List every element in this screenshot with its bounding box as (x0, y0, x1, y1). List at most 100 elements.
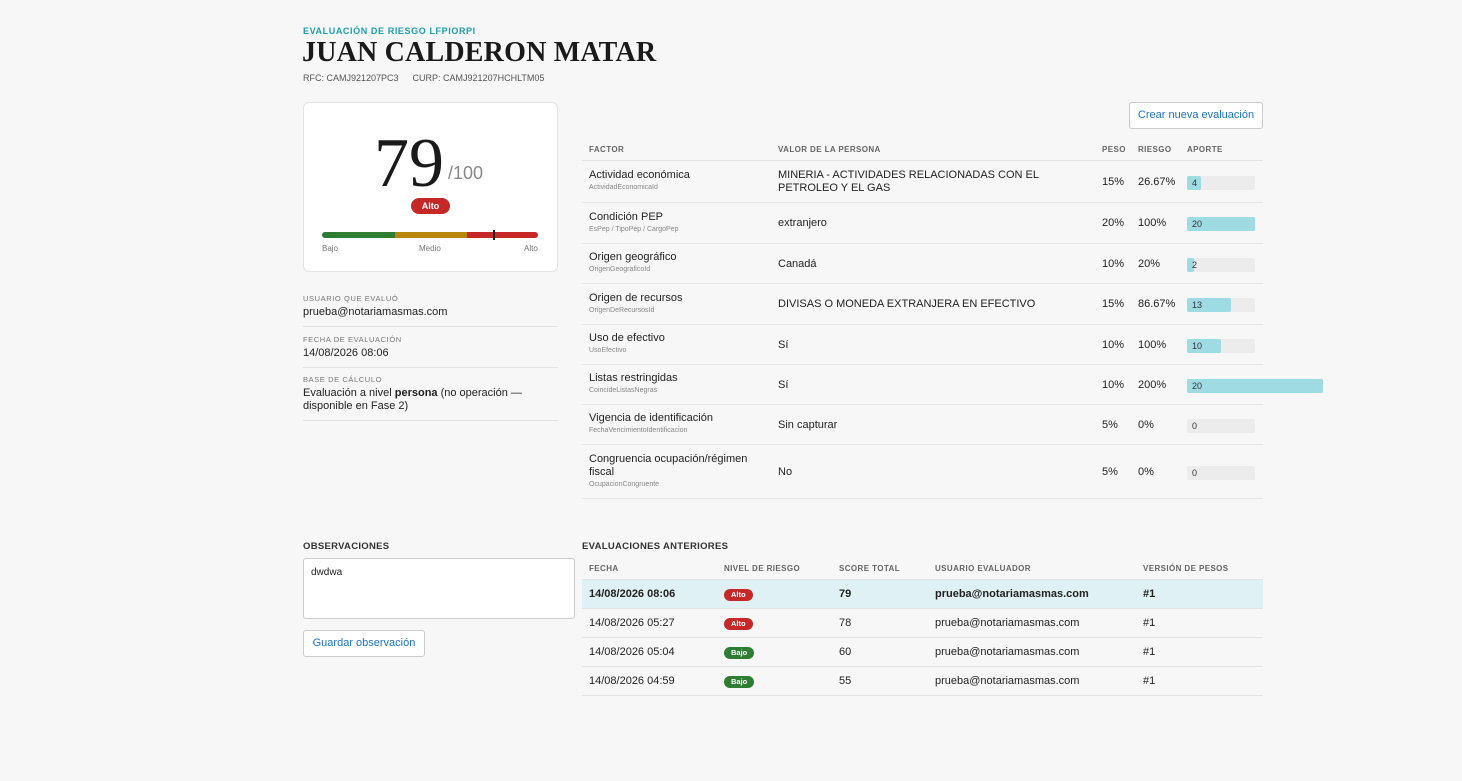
col-level: NIVEL DE RIESGO (724, 564, 801, 573)
col-risk: RIESGO (1138, 145, 1172, 154)
risk-level-badge: Alto (411, 198, 450, 214)
factor-cell: Uso de efectivo UsoEfectivo (589, 332, 767, 354)
eval-date: 14/08/2026 05:27 (589, 617, 675, 629)
previous-evaluation-row[interactable]: 14/08/2026 05:04 Bajo 60 prueba@notariamasm… (582, 638, 1263, 667)
observations-textarea[interactable] (303, 558, 575, 619)
factor-row: Origen de recursos OrigenDeRecursosId DIVI… (582, 284, 1263, 325)
factor-value: Canadá (778, 258, 817, 270)
score-value: 79 (374, 125, 444, 202)
eval-user: prueba@notariamasmas.com (935, 617, 1080, 629)
factor-weight: 10% (1102, 258, 1125, 270)
gauge-label-low: Bajo (322, 244, 339, 253)
factor-row: Uso de efectivo UsoEfectivo Sí 10% 100% 10 (582, 325, 1263, 365)
col-contribution: APORTE (1187, 145, 1223, 154)
observations-title: OBSERVACIONES (303, 541, 390, 552)
factor-value: Sin capturar (778, 419, 838, 431)
factor-risk: 0% (1138, 419, 1154, 431)
eval-level-badge: Bajo (724, 676, 755, 688)
meta-date: FECHA DE EVALUACIÓN 14/08/2026 08:06 (303, 335, 558, 368)
person-ids: RFC: CAMJ921207PC3 CURP: CAMJ921207HCHLTM… (303, 73, 544, 83)
page-eyebrow: EVALUACIÓN DE RIESGO LFPIORPI (303, 26, 476, 36)
eval-score: 60 (839, 646, 852, 658)
gauge-mid-segment (395, 232, 467, 238)
contribution-bar: 13 (1187, 298, 1255, 312)
col-factor: FACTOR (589, 145, 625, 154)
curp-text: CURP: CAMJ921207HCHLTM05 (412, 73, 545, 83)
factor-value: Sí (778, 339, 789, 351)
risk-gauge (322, 232, 538, 238)
previous-header: FECHA NIVEL DE RIESGO SCORE TOTAL USUARI… (582, 558, 1263, 580)
meta-user-value: prueba@notariamasmas.com (303, 306, 448, 318)
factor-row: Condición PEP EsPep / TipoPep / CargoPep e… (582, 203, 1263, 244)
contribution-bar: 10 (1187, 339, 1255, 353)
score-card: 79 /100 Alto Bajo Medio Alto (303, 102, 558, 272)
factor-cell: Congruencia ocupación/régimen fiscal Ocup… (589, 453, 767, 488)
factor-cell: Actividad económica ActividadEconomicaId (589, 169, 767, 191)
contribution-value: 10 (1192, 341, 1203, 351)
factor-cell: Vigencia de identificación FechaVencimien… (589, 412, 767, 434)
col-date: FECHA (589, 564, 619, 573)
factor-name: Actividad económica (589, 169, 690, 181)
factor-row: Congruencia ocupación/régimen fiscal Ocup… (582, 445, 1263, 499)
contribution-bar: 0 (1187, 466, 1255, 480)
col-version: VERSIÓN DE PESOS (1143, 564, 1229, 573)
previous-rows: 14/08/2026 08:06 Alto 79 prueba@notariamasm… (582, 580, 1263, 696)
previous-evaluation-row[interactable]: 14/08/2026 04:59 Bajo 55 prueba@notariamasm… (582, 667, 1263, 696)
gauge-marker (493, 230, 495, 240)
factor-row: Origen geográfico OrigenGeograficoId Canad… (582, 244, 1263, 284)
eval-date: 14/08/2026 08:06 (589, 588, 676, 600)
gauge-label-high: Alto (524, 244, 538, 253)
meta-date-label: FECHA DE EVALUACIÓN (303, 335, 402, 344)
factor-risk: 0% (1138, 466, 1154, 478)
eval-user: prueba@notariamasmas.com (935, 588, 1089, 600)
col-score: SCORE TOTAL (839, 564, 900, 573)
meta-base-value: Evaluación a nivel persona (no operación… (303, 387, 522, 412)
gauge-label-mid: Medio (419, 244, 441, 253)
factor-weight: 5% (1102, 466, 1118, 478)
factor-weight: 15% (1102, 176, 1125, 188)
eval-user: prueba@notariamasmas.com (935, 675, 1080, 687)
rfc-text: RFC: CAMJ921207PC3 (303, 73, 399, 83)
gauge-low-segment (322, 232, 395, 238)
eval-score: 55 (839, 675, 852, 687)
factor-name: Uso de efectivo (589, 332, 665, 344)
score-max: /100 (448, 163, 484, 183)
save-observation-button[interactable]: Guardar observación (303, 630, 425, 657)
new-evaluation-button[interactable]: Crear nueva evaluación (1129, 102, 1263, 129)
contribution-value: 0 (1192, 421, 1198, 431)
eval-date: 14/08/2026 04:59 (589, 675, 675, 687)
factor-rows: Actividad económica ActividadEconomicaId M… (582, 161, 1323, 499)
contribution-value: 2 (1192, 260, 1198, 270)
factor-cell: Origen geográfico OrigenGeograficoId (589, 251, 767, 273)
contribution-value: 13 (1192, 300, 1203, 310)
col-value: VALOR DE LA PERSONA (778, 145, 881, 154)
page-title: JUAN CALDERON MATAR (302, 37, 657, 68)
factor-name: Origen de recursos (589, 292, 683, 304)
contribution-bar: 2 (1187, 258, 1255, 272)
contribution-value: 0 (1192, 468, 1198, 478)
factor-code: OrigenDeRecursosId (589, 307, 655, 314)
eval-date: 14/08/2026 05:04 (589, 646, 675, 658)
previous-evaluation-row[interactable]: 14/08/2026 05:27 Alto 78 prueba@notariamasm… (582, 609, 1263, 638)
eval-version: #1 (1143, 617, 1156, 629)
factor-name: Congruencia ocupación/régimen fiscal (589, 453, 748, 478)
factor-risk: 86.67% (1138, 298, 1176, 310)
previous-evaluation-row[interactable]: 14/08/2026 08:06 Alto 79 prueba@notariamasm… (582, 580, 1263, 609)
factor-code: EsPep / TipoPep / CargoPep (589, 226, 679, 233)
eval-score: 78 (839, 617, 852, 629)
factor-name: Origen geográfico (589, 251, 677, 263)
factor-risk: 100% (1138, 217, 1167, 229)
factor-weight: 20% (1102, 217, 1125, 229)
factor-weight: 10% (1102, 379, 1125, 391)
factor-value: No (778, 466, 793, 478)
eval-score: 79 (839, 588, 852, 600)
factor-code: FechaVencimientoIdentificacion (589, 427, 688, 434)
factor-code: OcupacionCongruente (589, 481, 660, 488)
meta-base: BASE DE CÁLCULO Evaluación a nivel perso… (303, 375, 558, 421)
factor-value: MINERIA - ACTIVIDADES RELACIONADAS CON E… (778, 169, 1039, 194)
factor-cell: Origen de recursos OrigenDeRecursosId (589, 292, 767, 314)
previous-evaluations-title: EVALUACIONES ANTERIORES (582, 541, 729, 552)
contribution-value: 20 (1192, 219, 1203, 229)
factor-cell: Condición PEP EsPep / TipoPep / CargoPep (589, 211, 767, 233)
factor-name: Listas restringidas (589, 372, 678, 384)
